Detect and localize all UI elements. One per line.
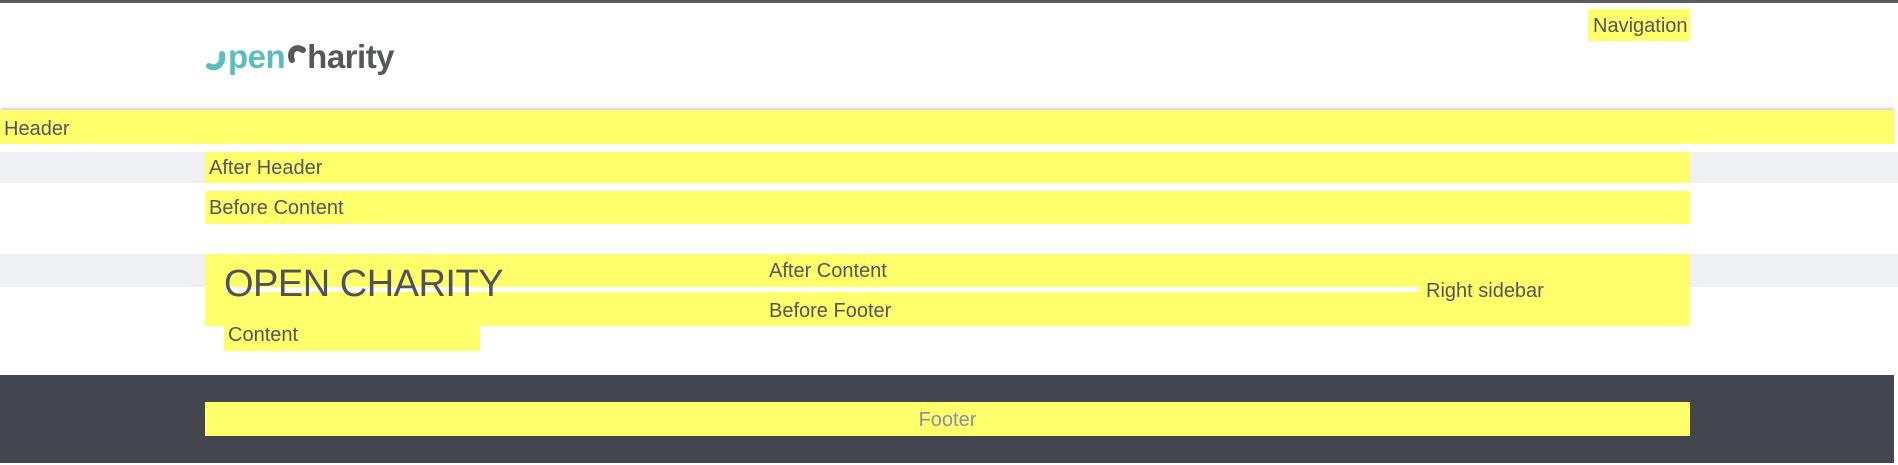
page-title: OPEN CHARITY [224,263,504,305]
logo-text-pen: pen [228,37,286,75]
after-header-region: After Header [205,152,1690,183]
navigation-region[interactable]: Navigation [1588,9,1690,41]
top-border [0,0,1898,3]
before-content-region: Before Content [205,191,1690,224]
footer-region: Footer [205,402,1690,436]
logo-text-harity: harity [307,37,395,75]
after-content-region: After Content [769,260,887,282]
header-region: Header [0,110,1894,144]
right-sidebar-region: Right sidebar [1426,280,1544,302]
site-logo[interactable]: pen harity [206,37,395,75]
logo-o-icon [206,51,226,71]
content-region: Content [224,325,480,351]
logo-c-icon [288,45,307,63]
before-footer-region: Before Footer [769,300,892,322]
